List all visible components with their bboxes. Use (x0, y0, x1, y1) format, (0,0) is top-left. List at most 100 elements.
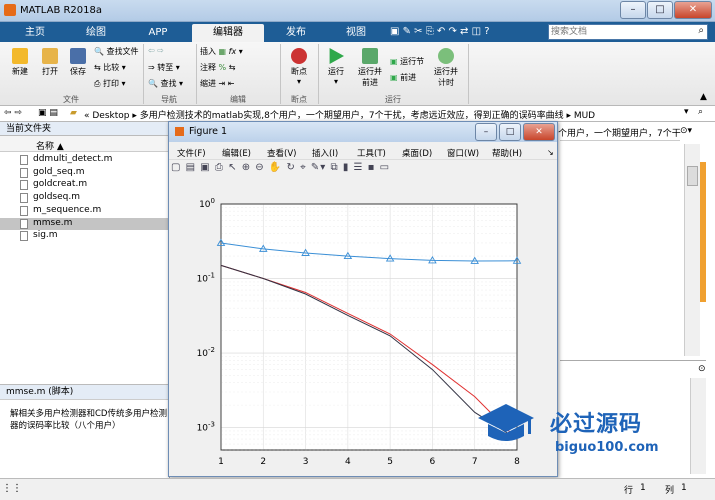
indent-icon: ⇥ (218, 79, 226, 88)
link-plot-icon[interactable]: ⧉ (330, 162, 338, 173)
file-row[interactable]: ddmulti_detect.m (0, 154, 169, 166)
scrollbar-thumb[interactable] (687, 166, 698, 186)
run-section-button[interactable]: ▣ 运行节 (390, 56, 424, 67)
figure-close-button[interactable]: ✕ (523, 123, 555, 141)
tab-editor[interactable]: 编辑器 (192, 24, 264, 42)
hide-tools-icon[interactable]: ▪ (368, 162, 376, 173)
new-button[interactable]: 新建 (6, 48, 34, 77)
minimize-button[interactable]: – (620, 1, 646, 19)
file-row[interactable]: mmse.m (0, 217, 169, 230)
show-tools-icon[interactable]: ▭ (380, 162, 390, 173)
figure-dock-icon[interactable]: ↘ (547, 148, 554, 157)
print-label: 打印 (102, 79, 119, 88)
print-button[interactable]: ⎙ 打印 ▾ (94, 78, 126, 89)
file-row[interactable]: m_sequence.m (0, 205, 169, 217)
status-grip-icon: ⋮⋮ (2, 483, 22, 494)
find-button[interactable]: 🔍 查找 ▾ (148, 78, 183, 89)
run-button[interactable]: 运行 ▾ (322, 48, 350, 86)
current-folder-title: 当前文件夹 (0, 122, 170, 136)
watermark-title: 必过源码 (550, 412, 643, 437)
fx-icon: fx (228, 47, 237, 56)
figure-menu-item[interactable]: 桌面(D) (402, 147, 432, 159)
tab-plots[interactable]: 绘图 (68, 24, 124, 42)
command-scrollbar[interactable] (690, 378, 706, 474)
divider (560, 140, 680, 141)
group-divider (468, 44, 469, 104)
comment-button[interactable]: 注释 % ⇆ (200, 62, 235, 73)
tab-apps[interactable]: APP (130, 24, 186, 42)
file-row[interactable]: goldseq.m (0, 192, 169, 204)
insert-button[interactable]: 插入 ▦ fx ▾ (200, 46, 243, 57)
tab-home[interactable]: 主页 (8, 24, 62, 42)
nav-back-icon[interactable]: ⇦ ⇨ (4, 108, 22, 118)
maximize-button[interactable]: □ (647, 1, 673, 19)
zoom-in-icon[interactable]: ⊕ (242, 162, 251, 173)
collapse-ribbon-icon[interactable]: ▲ (700, 92, 707, 102)
file-row[interactable]: sig.m (0, 230, 169, 242)
indent-button[interactable]: 缩进 ⇥ ⇤ (200, 78, 235, 89)
file-row[interactable]: gold_seq.m (0, 167, 169, 179)
tab-view[interactable]: 视图 (328, 24, 384, 42)
colorbar-icon[interactable]: ▮ (343, 162, 350, 173)
quick-access-toolbar[interactable]: ▣ ✎ ✂ ⎘ ↶ ↷ ⇄ ◫ ? (390, 24, 540, 40)
open-button[interactable]: 打开 (36, 48, 64, 77)
breakpoints-button[interactable]: 断点 ▾ (284, 48, 314, 86)
folder-browse-icon[interactable]: ▰ (70, 108, 77, 118)
figure-minimize-button[interactable]: – (475, 123, 497, 141)
editor-scrollbar[interactable] (684, 144, 700, 356)
save-button[interactable]: 保存 (64, 48, 92, 77)
search-icon[interactable]: ⌕ (698, 25, 704, 36)
nav-arrows[interactable]: ⇦ ⇨ (148, 46, 164, 55)
path-search-icon[interactable]: ⌕ (698, 107, 703, 117)
save-figure-icon[interactable]: ▣ (200, 162, 210, 173)
file-row[interactable]: goldcreat.m (0, 179, 169, 191)
command-window-menu-icon[interactable]: ⊙ (698, 364, 706, 374)
pan-icon[interactable]: ✋ (269, 162, 282, 173)
x-tick-label: 2 (260, 457, 266, 467)
brush-icon[interactable]: ✎▾ (311, 162, 326, 173)
figure-menu-item[interactable]: 查看(V) (267, 147, 296, 159)
legend-icon[interactable]: ☰ (354, 162, 364, 173)
pointer-icon[interactable]: ↖ (228, 162, 237, 173)
run-time-button[interactable]: 运行并 计时 (430, 48, 462, 88)
x-tick-label: 1 (218, 457, 224, 467)
editor-menu-icon[interactable]: ⊙▾ (680, 126, 692, 136)
col-value: 1 (681, 483, 687, 493)
data-cursor-icon[interactable]: ⌖ (300, 162, 307, 173)
tab-publish[interactable]: 发布 (268, 24, 324, 42)
rotate-icon[interactable]: ↻ (286, 162, 295, 173)
figure-menu-item[interactable]: 窗口(W) (447, 147, 479, 159)
figure-menu-item[interactable]: 编辑(E) (222, 147, 251, 159)
current-path[interactable]: « Desktop ▸ 多用户检测技术的matlab实现,8个用户，一个期望用户… (84, 108, 595, 121)
group-divider (196, 44, 197, 104)
goto-button[interactable]: ⇒ 转至 ▾ (148, 62, 180, 73)
column-name-header[interactable]: 名称 ▲ (36, 139, 64, 152)
close-button[interactable]: ✕ (674, 1, 712, 19)
m-file-icon (20, 180, 28, 191)
run-advance-button[interactable]: 运行并 前进 (354, 48, 386, 88)
x-tick-label: 6 (430, 457, 436, 467)
figure-menu-item[interactable]: 帮助(H) (492, 147, 522, 159)
insert-icon: ▦ (218, 47, 227, 56)
current-folder-panel: 当前文件夹 名称 ▲ ddmulti_detect.m gold_seq.mgol… (0, 122, 170, 478)
folder-up-icon[interactable]: ▣ ▤ (38, 108, 58, 118)
path-dropdown-icon[interactable]: ▾ (684, 107, 689, 117)
find-files-button[interactable]: 🔍 查找文件 (94, 46, 139, 57)
file-name: gold_seq.m (33, 166, 85, 177)
print-figure-icon[interactable]: ⎙ (215, 162, 224, 173)
figure-menu-item[interactable]: 插入(I) (312, 147, 338, 159)
search-box[interactable]: ⌕ (548, 24, 708, 40)
address-bar: ⇦ ⇨ ▣ ▤ ▰ « Desktop ▸ 多用户检测技术的matlab实现,8… (0, 106, 715, 122)
zoom-out-icon[interactable]: ⊖ (255, 162, 264, 173)
details-title: mmse.m (脚本) (0, 384, 170, 400)
code-analyzer-markers[interactable] (700, 162, 706, 302)
file-list-header: 名称 ▲ (0, 136, 170, 152)
advance-button[interactable]: ▣ 前进 (390, 72, 416, 83)
new-figure-icon[interactable]: ▢ (171, 162, 181, 173)
figure-maximize-button[interactable]: □ (499, 123, 521, 141)
figure-menu-item[interactable]: 文件(F) (177, 147, 206, 159)
compare-button[interactable]: ⇆ 比较 ▾ (94, 62, 126, 73)
search-input[interactable] (549, 25, 687, 39)
figure-menu-item[interactable]: 工具(T) (357, 147, 386, 159)
open-file-icon[interactable]: ▤ (186, 162, 196, 173)
